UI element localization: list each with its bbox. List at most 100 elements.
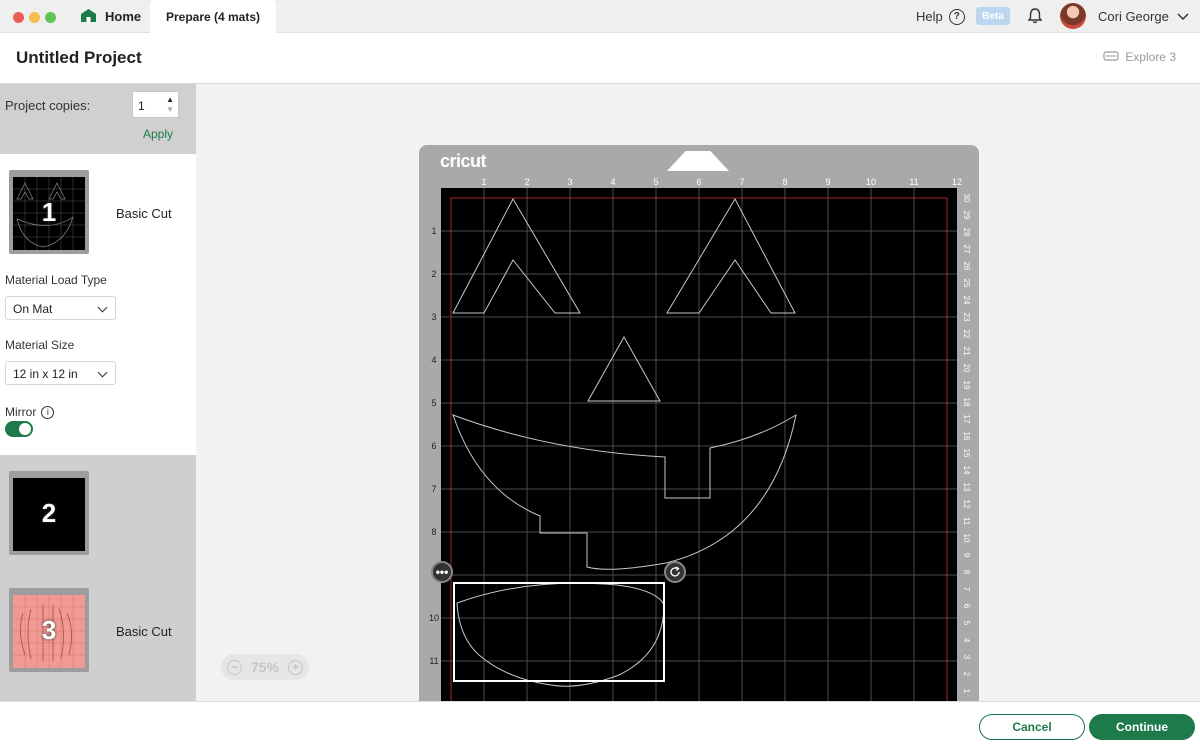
mirror-label-row: Mirror i xyxy=(5,405,55,419)
right-ruler-tick: 12 xyxy=(962,500,971,509)
material-size-value: 12 in x 12 in xyxy=(13,367,78,381)
footer-bar: Cancel Continue xyxy=(0,701,1200,747)
left-ruler-tick: 2 xyxy=(431,269,436,279)
machine-selector[interactable]: Explore 3 xyxy=(1103,50,1176,64)
cancel-button[interactable]: Cancel xyxy=(979,714,1085,740)
left-ruler-tick: 4 xyxy=(431,355,436,365)
right-ruler-tick: 25 xyxy=(962,279,971,288)
mat-number-2: 2 xyxy=(41,497,57,528)
minimize-window-button[interactable] xyxy=(29,12,40,23)
info-icon[interactable]: i xyxy=(41,405,55,419)
tab-prepare[interactable]: Prepare (4 mats) xyxy=(150,0,276,33)
top-ruler-tick: 5 xyxy=(653,177,658,187)
mat-thumbnail-2[interactable]: 2 xyxy=(9,471,89,555)
window-titlebar: Home Prepare (4 mats) Help ? Beta Cori G… xyxy=(0,0,1200,33)
stepper-up-icon[interactable]: ▲ xyxy=(166,95,174,104)
material-size-label: Material Size xyxy=(5,338,75,352)
right-ruler-tick: 5 xyxy=(962,621,971,626)
mat-thumbnail-3[interactable]: 3 xyxy=(9,588,89,672)
top-ruler-tick: 8 xyxy=(782,177,787,187)
left-ruler-tick: 7 xyxy=(431,484,436,494)
left-ruler-tick: 10 xyxy=(429,613,439,623)
left-ruler-tick: 8 xyxy=(431,527,436,537)
zoom-window-button[interactable] xyxy=(45,12,56,23)
mirror-label: Mirror xyxy=(5,405,37,419)
zoom-in-icon[interactable]: + xyxy=(288,659,303,675)
more-options-icon[interactable]: ••• xyxy=(431,561,453,583)
left-ruler: 1234567891011 xyxy=(429,226,439,666)
copies-value: 1 xyxy=(138,99,145,113)
right-ruler-tick: 22 xyxy=(962,330,971,339)
tab-home[interactable]: Home xyxy=(80,0,141,33)
zoom-out-icon[interactable]: − xyxy=(227,659,242,675)
right-ruler-tick: 27 xyxy=(962,245,971,254)
material-size-select[interactable]: 12 in x 12 in xyxy=(5,361,116,385)
right-ruler-tick: 16 xyxy=(962,432,971,441)
mats-sidebar: Project copies: 1 ▲ ▼ Apply 1 Basic Cut … xyxy=(0,84,196,701)
help-icon: ? xyxy=(948,8,965,25)
mat-item-1[interactable]: 1 Basic Cut Material Load Type On Mat Ma… xyxy=(0,154,196,455)
continue-button[interactable]: Continue xyxy=(1089,714,1195,740)
page-title: Untitled Project xyxy=(16,48,142,67)
user-name-label: Cori George xyxy=(1098,9,1169,24)
right-ruler-tick: 10 xyxy=(962,534,971,543)
left-ruler-tick: 6 xyxy=(431,441,436,451)
right-ruler-tick: 13 xyxy=(962,483,971,492)
bell-icon[interactable] xyxy=(1026,7,1044,25)
right-ruler-tick: 7 xyxy=(962,587,971,592)
rotate-icon[interactable] xyxy=(664,561,686,583)
beta-badge[interactable]: Beta xyxy=(976,7,1010,25)
chevron-down-icon xyxy=(1177,9,1189,24)
toggle-knob xyxy=(19,423,31,435)
top-ruler-tick: 10 xyxy=(866,177,876,187)
right-ruler-tick: 3 xyxy=(962,655,971,660)
help-label: Help xyxy=(916,9,943,24)
load-type-select[interactable]: On Mat xyxy=(5,296,116,320)
right-ruler-tick: 24 xyxy=(962,296,971,305)
right-ruler-tick: 1 xyxy=(962,689,971,694)
zoom-control: − 75% + xyxy=(221,654,309,680)
right-ruler-tick: 20 xyxy=(962,364,971,373)
right-ruler-tick: 19 xyxy=(962,381,971,390)
load-type-value: On Mat xyxy=(13,302,53,316)
user-menu[interactable]: Cori George xyxy=(1098,0,1189,33)
top-ruler-tick: 7 xyxy=(739,177,744,187)
top-ruler-tick: 4 xyxy=(610,177,615,187)
machine-icon xyxy=(1103,50,1119,64)
stepper-down-icon[interactable]: ▼ xyxy=(166,105,174,114)
left-ruler-tick: 3 xyxy=(431,312,436,322)
help-link[interactable]: Help ? xyxy=(916,0,965,33)
right-ruler-tick: 9 xyxy=(962,553,971,558)
right-ruler-tick: 23 xyxy=(962,313,971,322)
mat-number-3: 3 xyxy=(41,614,57,645)
mat-surface: 123456789101112 1234567891011 3029282726… xyxy=(429,177,971,701)
mat-thumbnail-1[interactable]: 1 xyxy=(9,170,89,254)
mat-label-3: Basic Cut xyxy=(116,624,172,639)
right-ruler-tick: 8 xyxy=(962,570,971,575)
mat-canvas[interactable]: cricut 123456789101112 1234567891011 302… xyxy=(196,84,1200,701)
mirror-toggle[interactable] xyxy=(5,421,33,437)
avatar[interactable] xyxy=(1060,3,1086,29)
tab-prepare-label: Prepare (4 mats) xyxy=(165,9,261,24)
right-ruler-tick: 6 xyxy=(962,604,971,609)
left-ruler-tick: 11 xyxy=(429,656,438,666)
right-ruler-tick: 18 xyxy=(962,398,971,407)
close-window-button[interactable] xyxy=(13,12,24,23)
project-copies-panel: Project copies: 1 ▲ ▼ Apply xyxy=(0,84,196,154)
mat-number-1: 1 xyxy=(41,196,57,227)
right-ruler: 3029282726252423222120191817161514131211… xyxy=(962,194,971,694)
zoom-level: 75% xyxy=(250,659,280,675)
right-ruler-tick: 11 xyxy=(962,517,971,526)
top-ruler-tick: 12 xyxy=(952,177,962,187)
copies-stepper[interactable]: 1 ▲ ▼ xyxy=(132,91,179,118)
tab-home-label: Home xyxy=(105,9,142,24)
top-ruler-tick: 1 xyxy=(481,177,486,187)
top-ruler-tick: 11 xyxy=(909,177,918,187)
right-ruler-tick: 15 xyxy=(962,449,971,458)
cutting-mat: cricut 123456789101112 1234567891011 302… xyxy=(419,145,979,701)
right-ruler-tick: 2 xyxy=(962,672,971,677)
apply-button[interactable]: Apply xyxy=(143,127,173,141)
left-ruler-tick: 1 xyxy=(431,226,436,236)
top-ruler-tick: 3 xyxy=(567,177,572,187)
right-ruler-tick: 4 xyxy=(962,638,971,643)
